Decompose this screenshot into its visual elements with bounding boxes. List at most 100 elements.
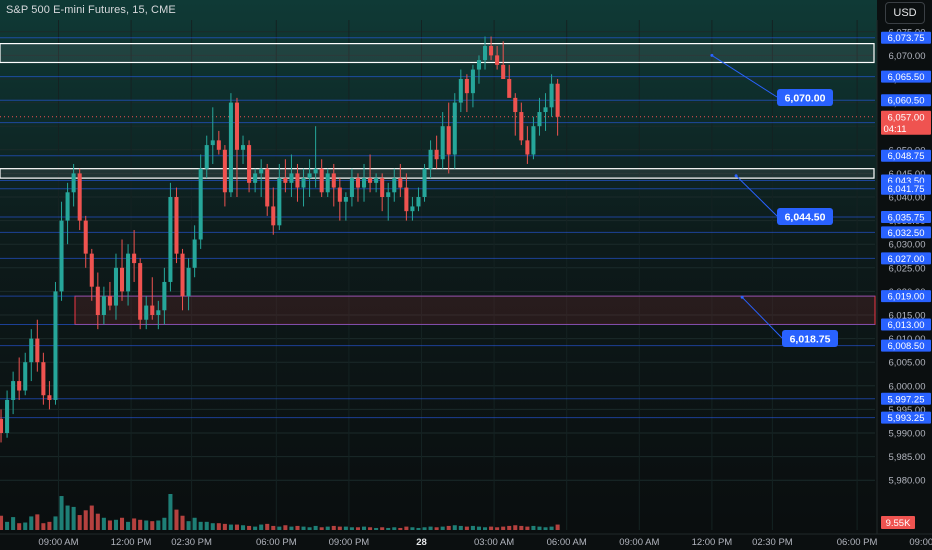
candle — [138, 263, 143, 320]
candle — [253, 173, 258, 183]
candle — [313, 168, 318, 174]
candle — [89, 253, 94, 287]
volume-bar — [476, 526, 481, 530]
volume-bar — [404, 526, 409, 530]
volume-bar — [489, 526, 494, 530]
candle — [349, 178, 354, 197]
volume-bar — [126, 521, 131, 530]
volume-bar — [204, 521, 209, 530]
candle — [107, 296, 112, 306]
currency-button[interactable]: USD — [885, 2, 925, 24]
candle — [452, 102, 457, 155]
candle — [489, 45, 494, 56]
candle — [434, 149, 439, 160]
candle — [23, 362, 28, 391]
candle — [120, 267, 125, 292]
volume-bar — [495, 527, 500, 530]
candle — [331, 173, 336, 188]
candle — [162, 281, 167, 311]
volume-bar — [531, 525, 536, 530]
candle — [0, 418, 4, 433]
volume-bar — [331, 525, 336, 530]
candle — [525, 140, 530, 155]
candle — [168, 197, 173, 282]
volume-bar — [138, 519, 143, 530]
candle — [180, 253, 185, 297]
candle — [150, 305, 155, 315]
volume-bar — [392, 527, 397, 530]
candle — [362, 178, 367, 188]
candle — [53, 291, 58, 400]
candle — [343, 197, 348, 202]
countdown-label: 04:11 — [883, 124, 906, 135]
price-label: 6,032.50 — [888, 228, 925, 239]
volume-bar — [549, 526, 554, 530]
candle — [470, 69, 475, 94]
candlestick-chart[interactable]: 6,070.006,044.506,018.756,075.006,070.00… — [0, 0, 932, 550]
volume-bar — [241, 525, 246, 530]
candle — [156, 310, 161, 315]
volume-bar — [180, 515, 185, 530]
volume-bar — [174, 509, 179, 530]
volume-bar — [101, 517, 106, 530]
volume-bar — [71, 506, 76, 530]
volume-bar — [501, 526, 506, 530]
volume-bar — [380, 527, 385, 530]
volume-bar — [222, 523, 227, 530]
volume-bar — [192, 517, 197, 530]
volume-bar — [428, 526, 433, 530]
volume-bar — [59, 496, 64, 530]
y-tick-label: 5,990.00 — [889, 429, 926, 440]
candle — [241, 145, 246, 150]
candle — [283, 178, 288, 183]
price-label: 6,008.50 — [888, 341, 925, 352]
volume-bar — [216, 523, 221, 530]
volume-bar — [374, 527, 379, 530]
candle — [277, 178, 282, 226]
volume-bar — [289, 526, 294, 530]
volume-bar — [234, 524, 239, 530]
candle — [446, 126, 451, 155]
volume-bar — [355, 527, 360, 530]
volume-bar — [265, 523, 270, 530]
candle — [428, 149, 433, 169]
candle — [59, 220, 64, 292]
volume-bar — [422, 527, 427, 530]
price-label: 6,065.50 — [888, 72, 925, 83]
candle — [210, 140, 215, 146]
volume-bar — [307, 527, 312, 530]
y-tick-label: 5,980.00 — [889, 476, 926, 487]
volume-bar — [513, 525, 518, 530]
volume-bar — [470, 525, 475, 530]
candle — [355, 178, 360, 188]
x-tick-label: 06:00 AM — [547, 537, 587, 548]
x-tick-label: 03:00 AM — [474, 537, 514, 548]
candle — [507, 79, 512, 98]
volume-bar — [53, 516, 58, 530]
volume-bar — [247, 525, 252, 530]
volume-bar — [337, 526, 342, 530]
candle — [198, 168, 203, 240]
volume-bar — [483, 527, 488, 530]
volume-bar — [464, 526, 469, 530]
y-tick-label: 6,000.00 — [889, 381, 926, 392]
volume-bar — [198, 521, 203, 530]
callout-anchor — [710, 53, 714, 57]
y-tick-label: 6,070.00 — [889, 51, 926, 62]
candle — [319, 168, 324, 193]
candle — [192, 239, 197, 268]
candle — [301, 178, 306, 188]
candle — [222, 149, 227, 193]
price-label: 6,019.00 — [888, 292, 925, 303]
volume-bar — [440, 526, 445, 530]
candle — [35, 338, 40, 363]
y-tick-label: 6,030.00 — [889, 240, 926, 251]
candle — [537, 112, 542, 127]
zone-mid — [0, 168, 875, 179]
x-tick-label: 12:00 PM — [692, 537, 733, 548]
volume-bar — [319, 527, 324, 530]
candle — [247, 145, 252, 183]
candle — [501, 64, 506, 79]
candle — [519, 112, 524, 141]
x-tick-label: 06:00 PM — [256, 537, 297, 548]
